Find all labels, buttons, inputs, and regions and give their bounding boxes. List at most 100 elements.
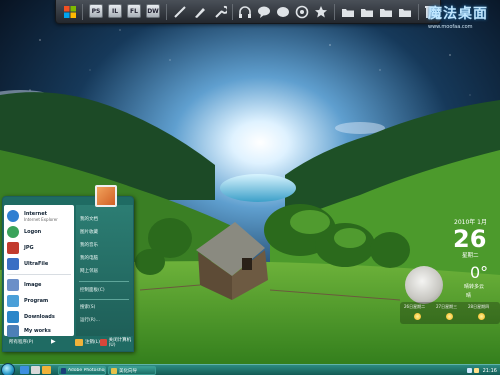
start-menu-divider bbox=[79, 299, 129, 300]
gadget-day: 26 bbox=[453, 225, 487, 253]
moon-icon bbox=[405, 266, 443, 304]
shutdown-button[interactable]: 关闭计算机(U) bbox=[100, 337, 133, 348]
start-menu-item[interactable]: UltraFile bbox=[7, 256, 48, 272]
watermark-logo: 魔法桌面 www.moofaa.com bbox=[428, 3, 496, 37]
forecast-day: 28日星期四 bbox=[466, 302, 496, 324]
ultrafile-icon bbox=[7, 258, 19, 270]
taskbar-window-label: Adobe Photoshop ... bbox=[67, 368, 105, 373]
quick-launch-desktop-icon[interactable] bbox=[31, 366, 40, 374]
start-menu-item-label: Image bbox=[24, 282, 42, 288]
dock-separator bbox=[418, 4, 419, 20]
start-menu-item-label: Logon bbox=[24, 229, 42, 235]
start-menu-item-label: Downloads bbox=[24, 314, 55, 320]
logoff-button[interactable]: 注销(L) bbox=[75, 337, 100, 347]
downloads-icon bbox=[7, 311, 19, 323]
all-programs-button[interactable]: 所有程序(P) bbox=[9, 339, 33, 345]
chat-bubble-icon[interactable] bbox=[256, 4, 272, 20]
flash-icon[interactable]: FL bbox=[127, 4, 141, 18]
start-menu-divider bbox=[7, 274, 71, 275]
start-button[interactable] bbox=[1, 363, 15, 375]
browser-icon[interactable] bbox=[294, 4, 310, 20]
forecast-day: 26日星期二 bbox=[402, 302, 432, 324]
folder-icon[interactable] bbox=[340, 4, 356, 20]
start-menu-item-label: My works bbox=[24, 328, 51, 334]
my-music-link[interactable]: 我的音乐 bbox=[80, 242, 98, 248]
jpg-icon bbox=[7, 242, 19, 254]
start-menu-item[interactable]: JPG bbox=[7, 240, 34, 256]
start-menu-item-label: Program bbox=[24, 298, 49, 304]
taskbar-window-button[interactable]: 美化向导 bbox=[108, 366, 156, 375]
logoff-label: 注销(L) bbox=[85, 340, 101, 345]
control-panel-link[interactable]: 控制面板(C) bbox=[80, 287, 105, 293]
start-menu-item-label: JPG bbox=[24, 245, 34, 251]
clock-weather-gadget: 2010年 1月 26 星期二 0° 晴转多云 晴 26日星期二 27日星期三 … bbox=[400, 210, 500, 330]
start-menu-item[interactable]: Downloads bbox=[7, 309, 55, 325]
gadget-condition: 晴 bbox=[466, 293, 472, 299]
start-menu-item[interactable]: Internet Internet Explorer bbox=[7, 208, 58, 224]
dock-separator bbox=[334, 4, 335, 20]
start-menu-places: 我的文档 图片收藏 我的音乐 我的电脑 网上邻居 控制面板(C) 搜索(S) 运… bbox=[76, 205, 133, 336]
brush-icon[interactable] bbox=[172, 4, 188, 20]
gadget-temperature: 0° bbox=[470, 263, 489, 282]
gadget-weather-text: 晴转多云 bbox=[464, 284, 485, 290]
taskbar-clock[interactable]: 21:16 bbox=[483, 368, 497, 374]
sun-icon bbox=[446, 313, 453, 320]
gadget-weekday: 星期二 bbox=[462, 253, 479, 259]
illustrator-icon[interactable]: IL bbox=[108, 4, 122, 18]
forecast-day-label: 26日星期二 bbox=[404, 304, 426, 309]
my-documents-link[interactable]: 我的文档 bbox=[80, 216, 98, 222]
wrench-icon[interactable] bbox=[212, 4, 228, 20]
avatar[interactable] bbox=[95, 185, 117, 207]
headphones-icon[interactable] bbox=[237, 4, 253, 20]
contact-icon[interactable] bbox=[275, 4, 291, 20]
watermark-title: 魔法桌面 bbox=[428, 6, 488, 22]
watermark-url: www.moofaa.com bbox=[428, 24, 473, 30]
windows-logo-icon[interactable] bbox=[62, 4, 78, 20]
search-link[interactable]: 搜索(S) bbox=[80, 304, 95, 310]
my-works-icon bbox=[7, 325, 19, 337]
forecast-day: 27日星期三 bbox=[434, 302, 464, 324]
pen-icon[interactable] bbox=[192, 4, 208, 20]
start-menu-item[interactable]: Logon bbox=[7, 224, 41, 240]
sun-icon bbox=[414, 313, 421, 320]
folder-icon[interactable] bbox=[378, 4, 394, 20]
folder-icon[interactable] bbox=[359, 4, 375, 20]
network-icon[interactable] bbox=[466, 368, 472, 373]
start-menu-program-list: Internet Internet Explorer Logon JPG Ult… bbox=[4, 205, 74, 337]
dock-separator bbox=[166, 4, 167, 20]
taskbar-window-button[interactable]: Adobe Photoshop ... bbox=[58, 366, 106, 375]
gadget-forecast: 26日星期二 27日星期三 28日星期四 bbox=[400, 302, 500, 324]
system-tray: 21:16 bbox=[452, 366, 500, 375]
network-places-link[interactable]: 网上邻居 bbox=[80, 268, 98, 274]
star-icon[interactable] bbox=[313, 4, 329, 20]
chevron-right-icon: ▶ bbox=[51, 338, 56, 345]
sun-icon bbox=[478, 313, 485, 320]
run-link[interactable]: 运行(R)... bbox=[80, 317, 100, 323]
logon-icon bbox=[7, 226, 19, 238]
my-pictures-link[interactable]: 图片收藏 bbox=[80, 229, 98, 235]
photoshop-icon[interactable]: PS bbox=[89, 4, 103, 18]
internet-explorer-icon bbox=[7, 210, 19, 222]
taskbar-window-label: 美化向导 bbox=[119, 368, 137, 374]
forecast-day-label: 28日星期四 bbox=[468, 304, 490, 309]
taskbar: Adobe Photoshop ... 美化向导 21:16 bbox=[0, 363, 500, 375]
quick-launch-browser-icon[interactable] bbox=[20, 366, 29, 374]
start-menu-divider bbox=[79, 281, 129, 282]
image-icon bbox=[7, 279, 19, 291]
start-menu-item[interactable]: Program bbox=[7, 293, 48, 309]
volume-icon[interactable] bbox=[473, 368, 479, 373]
wizard-icon bbox=[111, 367, 117, 374]
photoshop-icon bbox=[61, 367, 66, 374]
start-menu-item[interactable]: My works bbox=[7, 325, 51, 337]
logoff-icon bbox=[75, 338, 83, 346]
start-menu-item-label: UltraFile bbox=[24, 261, 49, 267]
folder-icon[interactable] bbox=[397, 4, 413, 20]
top-dock: PS IL FL DW bbox=[55, 0, 441, 24]
dock-separator bbox=[232, 4, 233, 20]
shutdown-label: 关闭计算机(U) bbox=[108, 337, 132, 348]
my-computer-link[interactable]: 我的电脑 bbox=[80, 255, 98, 261]
program-icon bbox=[7, 295, 19, 307]
start-menu-item[interactable]: Image bbox=[7, 277, 41, 293]
dreamweaver-icon[interactable]: DW bbox=[146, 4, 160, 18]
quick-launch-media-icon[interactable] bbox=[42, 366, 51, 374]
